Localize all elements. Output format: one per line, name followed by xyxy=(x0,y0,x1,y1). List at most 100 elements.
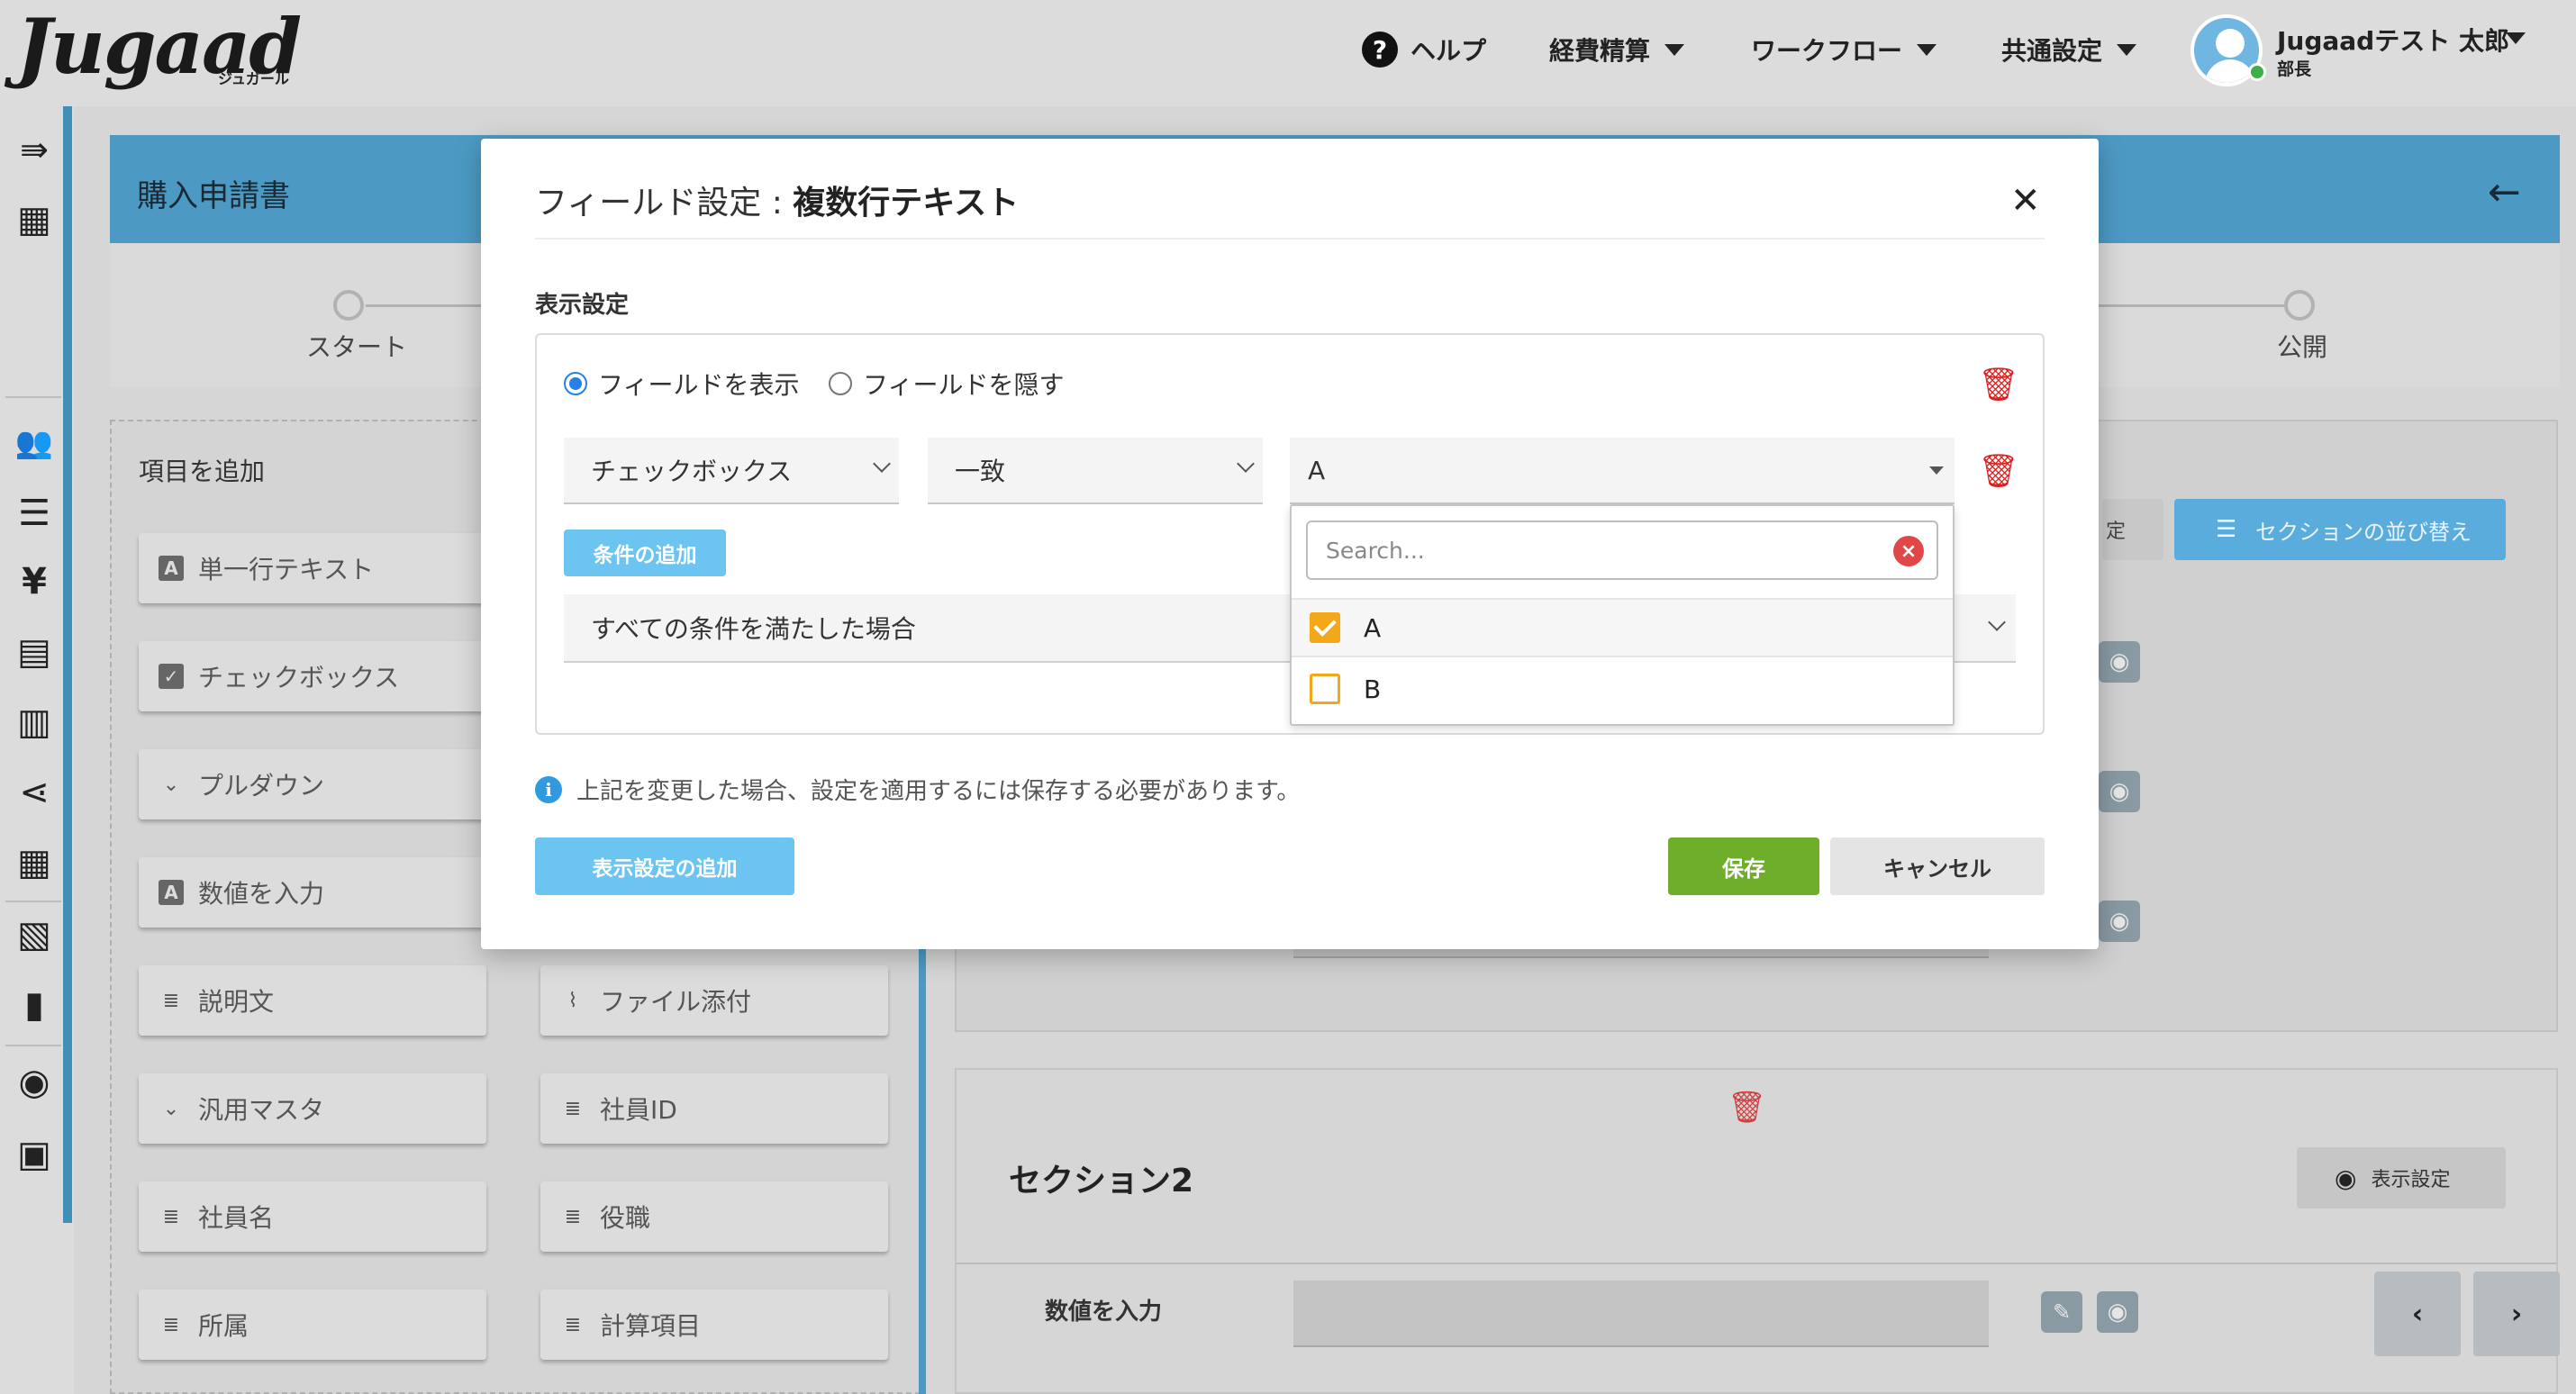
section-settings-button[interactable]: 定 xyxy=(2102,499,2163,560)
palette-item-label: 説明文 xyxy=(198,987,275,1017)
palette-item-description[interactable]: ≣ 説明文 xyxy=(139,965,486,1036)
nav-expense[interactable]: 経費精算 xyxy=(1549,27,1685,72)
close-icon[interactable]: ✕ xyxy=(2010,180,2041,222)
chevron-down-icon: ⌄ xyxy=(162,773,180,796)
step-start-circle-icon xyxy=(333,290,364,321)
palette-item-employee-id[interactable]: ≣ 社員ID xyxy=(540,1073,888,1144)
file-icon[interactable]: ▮ xyxy=(11,982,58,1028)
palette-item-file-attach[interactable]: ⌇ ファイル添付 xyxy=(540,965,888,1036)
palette-item-number-input[interactable]: A 数値を入力 xyxy=(139,857,486,928)
cancel-button[interactable]: キャンセル xyxy=(1830,837,2045,895)
section2-display-settings-button[interactable]: ◉ 表示設定 xyxy=(2297,1147,2506,1208)
palette-item-calculation[interactable]: ≣ 計算項目 xyxy=(540,1290,888,1360)
palette-item-label: ファイル添付 xyxy=(600,987,752,1017)
palette-item-employee-name[interactable]: ≣ 社員名 xyxy=(139,1181,486,1252)
lines-icon: ≣ xyxy=(564,1205,582,1228)
back-arrow-icon[interactable]: ← xyxy=(2488,169,2521,215)
eye-icon[interactable]: ◉ xyxy=(2097,1291,2138,1333)
palette-item-general-master[interactable]: ⌄ 汎用マスタ xyxy=(139,1073,486,1144)
add-display-setting-button[interactable]: 表示設定の追加 xyxy=(535,837,794,895)
palette-title: 項目を追加 xyxy=(139,457,266,486)
eye-icon[interactable]: ◉ xyxy=(2099,901,2140,942)
palette-item-position[interactable]: ≣ 役職 xyxy=(540,1181,888,1252)
sidebar-divider xyxy=(5,1045,61,1046)
trash-icon[interactable]: 🗑 xyxy=(1728,1090,1766,1126)
trash-icon[interactable]: 🗑 xyxy=(1978,452,2019,490)
condition-operator-value: 一致 xyxy=(955,457,1006,486)
menu-collapse-icon[interactable]: ⇛ xyxy=(11,126,58,173)
palette-item-department[interactable]: ≣ 所属 xyxy=(139,1290,486,1360)
dropdown-option-b[interactable]: B xyxy=(1292,659,1953,719)
receipt-icon[interactable]: ▤ xyxy=(11,629,58,675)
yen-icon[interactable]: ¥ xyxy=(11,558,58,605)
bg-field-input[interactable] xyxy=(1293,949,1989,958)
condition-operator-select[interactable]: 一致 xyxy=(928,438,1263,504)
radio-show-field[interactable]: フィールドを表示 xyxy=(564,366,799,402)
condition-field-select[interactable]: チェックボックス xyxy=(564,438,899,504)
nav-workflow-label: ワークフロー xyxy=(1751,36,1903,66)
trash-icon[interactable]: 🗑 xyxy=(1978,366,2019,403)
building-icon[interactable]: ▦ xyxy=(11,196,58,243)
save-button[interactable]: 保存 xyxy=(1668,837,1819,895)
condition-field-value: チェックボックス xyxy=(591,457,793,486)
eye-icon[interactable]: ◉ xyxy=(2099,641,2140,683)
checkbox-unchecked[interactable] xyxy=(1310,674,1340,704)
palette-item-label: 単一行テキスト xyxy=(198,555,375,584)
nav-expense-label: 経費精算 xyxy=(1549,36,1651,66)
edit-icon[interactable]: ✎ xyxy=(2041,1291,2082,1333)
chevron-down-icon xyxy=(1237,455,1255,473)
top-header xyxy=(0,0,2576,106)
caret-down-icon xyxy=(1917,43,1937,56)
checkbox-icon: ✓ xyxy=(159,664,184,689)
section2-divider xyxy=(957,1263,2556,1264)
radio-hide-field[interactable]: フィールドを隠す xyxy=(829,366,1064,402)
sidebar-divider xyxy=(5,901,61,902)
document-icon[interactable]: ▥ xyxy=(11,699,58,746)
clear-search-icon[interactable]: × xyxy=(1893,536,1924,566)
condition-value-selected: A xyxy=(1308,455,1326,485)
list-icon[interactable]: ☰ xyxy=(11,490,58,537)
eye-icon[interactable]: ◉ xyxy=(2099,771,2140,812)
palette-item-label: 計算項目 xyxy=(600,1311,702,1341)
wallet-icon[interactable]: ▣ xyxy=(11,1131,58,1178)
user-name[interactable]: Jugaadテスト 太郎 xyxy=(2277,22,2509,58)
palette-item-label: 社員ID xyxy=(600,1095,677,1125)
section2-field-input[interactable] xyxy=(1293,1281,1989,1347)
palette-item-label: 所属 xyxy=(198,1311,249,1341)
step-publish-circle-icon xyxy=(2284,290,2315,321)
dropdown-option-label: A xyxy=(1364,612,1382,643)
chevron-down-icon: ⌄ xyxy=(162,1097,180,1120)
palette-divider xyxy=(919,937,926,1394)
palette-item-label: 数値を入力 xyxy=(198,879,325,909)
palette-item-pulldown[interactable]: ⌄ プルダウン xyxy=(139,749,486,819)
library-icon[interactable]: ▧ xyxy=(11,911,58,958)
radio-button-selected[interactable] xyxy=(564,372,587,395)
checkbox-checked[interactable] xyxy=(1310,612,1340,643)
nav-common-settings[interactable]: 共通設定 xyxy=(2001,27,2137,72)
lines-icon: ≣ xyxy=(162,989,180,1012)
dropdown-search-placeholder: Search... xyxy=(1326,537,1425,564)
radio-button[interactable] xyxy=(829,372,852,395)
palette-icon[interactable]: ◉ xyxy=(11,1059,58,1106)
users-icon[interactable]: 👥 xyxy=(11,420,58,466)
next-arrow-button[interactable]: › xyxy=(2473,1272,2560,1356)
add-condition-button[interactable]: 条件の追加 xyxy=(564,530,726,576)
palette-item-label: 役職 xyxy=(600,1203,651,1233)
sort-sections-button[interactable]: ☰ セクションの並び替え xyxy=(2174,499,2506,560)
chevron-down-icon xyxy=(1988,613,2006,631)
page-title: 購入申請書 xyxy=(137,178,290,214)
user-menu-caret-icon[interactable] xyxy=(2506,32,2526,44)
palette-item-checkbox[interactable]: ✓ チェックボックス xyxy=(139,641,486,711)
condition-value-select[interactable]: A xyxy=(1290,438,1955,504)
dropdown-option-a[interactable]: A xyxy=(1292,598,1953,657)
nav-help[interactable]: ? ヘルプ xyxy=(1362,27,1486,72)
share-icon[interactable]: ⋖ xyxy=(11,769,58,816)
nav-workflow[interactable]: ワークフロー xyxy=(1751,27,1937,72)
palette-item-single-line-text[interactable]: A 単一行テキスト xyxy=(139,533,486,603)
step-line xyxy=(366,304,481,307)
grid-icon[interactable]: ▦ xyxy=(11,839,58,886)
section2-display-settings-label: 表示設定 xyxy=(2371,1169,2451,1191)
caret-down-icon xyxy=(2117,43,2137,56)
dropdown-search-input[interactable]: Search... × xyxy=(1306,520,1938,580)
prev-arrow-button[interactable]: ‹ xyxy=(2374,1272,2461,1356)
